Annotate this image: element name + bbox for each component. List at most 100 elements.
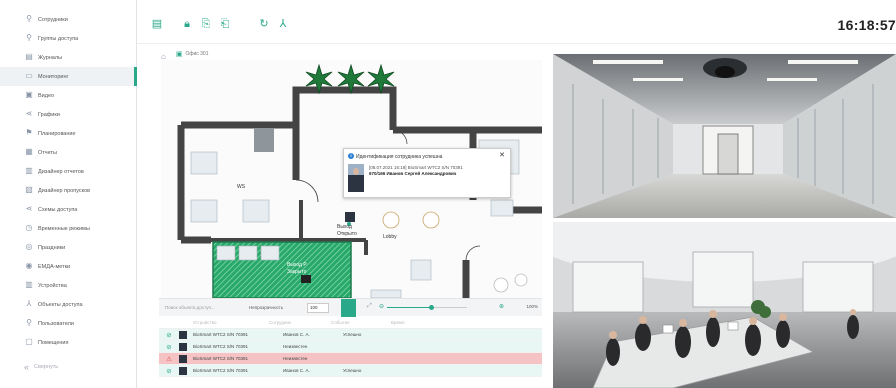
sidebar: ⚲ Сотрудники ⚲ Группы доступа ▤ Журналы ▭ Монит… xyxy=(0,0,137,388)
clock-icon: ◷ xyxy=(25,223,33,232)
device-label-entry: Выход xyxy=(337,224,352,230)
camera-view-corridor[interactable] xyxy=(553,54,896,218)
cell-employee: Иванов С. А. xyxy=(283,332,310,337)
table-row[interactable]: ⚠ BioSmart WTC2 S/N 70391 Неизвестен xyxy=(159,353,542,365)
opacity-input[interactable]: 100 xyxy=(307,303,329,313)
sidebar-item-5[interactable]: ⋖ Графики xyxy=(0,105,137,124)
sidebar-item-label: Планирование xyxy=(38,130,76,137)
cell-device: BioSmart WTC2 S/N 70391 xyxy=(193,356,249,361)
popup-employee-name: 670/166 Иванов Сергей Александрович xyxy=(369,171,457,176)
column-header[interactable]: Событие xyxy=(331,320,391,325)
room-label-ws: WS xyxy=(237,184,246,190)
camera-view-office[interactable] xyxy=(553,222,896,388)
sidebar-item-15[interactable]: ⅄ Объекты доступа xyxy=(0,295,137,314)
sidebar-item-7[interactable]: ▦ Отчеты xyxy=(0,143,137,162)
sidebar-item-label: Помещения xyxy=(38,339,69,346)
zoom-in-icon[interactable]: ⊕ xyxy=(499,303,504,310)
check-circle-icon: ⊘ xyxy=(166,343,172,351)
schema-icon: ⋖ xyxy=(25,204,33,213)
access-object-search-input[interactable]: Поиск объекта доступ... xyxy=(165,303,239,313)
sidebar-menu: ⚲ Сотрудники ⚲ Группы доступа ▤ Журналы ▭ Монит… xyxy=(0,10,137,352)
sidebar-item-3[interactable]: ▭ Мониторинг xyxy=(0,67,137,86)
sidebar-item-label: Сотрудники xyxy=(38,16,68,23)
close-icon[interactable]: ✕ xyxy=(499,151,505,159)
sidebar-item-1[interactable]: ⚲ Группы доступа xyxy=(0,29,137,48)
double-chevron-left-icon: « xyxy=(24,362,30,372)
network-icon[interactable]: ⅄ xyxy=(277,18,289,30)
plan-filter-bar: Поиск объекта доступ... Непрозрачность 1… xyxy=(159,298,542,317)
clock: 16:18:57 xyxy=(837,17,896,33)
users-icon: ⚲ xyxy=(26,318,32,327)
sidebar-item-11[interactable]: ◷ Временные режимы xyxy=(0,219,137,238)
camera-panel xyxy=(553,54,896,388)
toolbar: ▤ 🔒︎ ⎘ ⎗ ↻ ⅄ 16:18:57 xyxy=(137,0,896,44)
fit-screen-icon[interactable]: ⤢ xyxy=(367,303,372,310)
sidebar-item-label: Графики xyxy=(38,111,60,118)
door-open-icon[interactable]: ⎘ xyxy=(200,18,212,30)
plan-list-icon[interactable]: ▤ xyxy=(151,18,163,30)
sidebar-item-6[interactable]: ⚑ Планирование xyxy=(0,124,137,143)
device-label-entry-status: Открыто xyxy=(337,231,357,237)
cell-event: Успешно xyxy=(343,368,362,373)
cell-device: BioSmart WTC2 S/N 70391 xyxy=(193,332,249,337)
zoom-out-icon[interactable]: ⊖ xyxy=(379,303,384,310)
report-icon: ▦ xyxy=(25,147,33,156)
sidebar-item-label: Временные режимы xyxy=(38,225,90,232)
sidebar-item-label: Объекты доступа xyxy=(38,301,83,308)
device-label-exit: Выход P xyxy=(287,262,307,268)
zoom-slider-fill xyxy=(387,307,431,308)
lock-icon[interactable]: 🔒︎ xyxy=(181,18,193,30)
sidebar-item-9[interactable]: ▧ Дизайнер пропусков xyxy=(0,181,137,200)
sidebar-item-label: Отчеты xyxy=(38,149,58,156)
apply-button[interactable] xyxy=(341,299,356,317)
sidebar-item-2[interactable]: ▤ Журналы xyxy=(0,48,137,67)
table-row[interactable]: ⊘ BioSmart WTC2 S/N 70391 Неизвестен xyxy=(159,341,542,353)
pass-designer-icon: ▧ xyxy=(25,185,33,194)
door-locked-icon[interactable]: ⎗ xyxy=(219,18,231,30)
app-window: ⚲ Сотрудники ⚲ Группы доступа ▤ Журналы ▭ Монит… xyxy=(0,0,896,388)
image-icon: ▣ xyxy=(175,51,183,58)
zoom-slider[interactable] xyxy=(387,305,467,310)
column-header[interactable]: Время xyxy=(391,320,451,325)
zoom-slider-handle[interactable] xyxy=(428,305,434,310)
column-header[interactable]: Сотрудник xyxy=(269,320,331,325)
table-row[interactable]: ⊘ BioSmart WTC2 S/N 70391 Иванов С. А. Успе… xyxy=(159,365,542,377)
tag-icon: ◉ xyxy=(25,261,33,270)
sidebar-item-label: ЕМДА-метки xyxy=(38,263,71,270)
monitor-icon: ▭ xyxy=(25,71,33,80)
check-circle-icon: ⊘ xyxy=(166,367,172,375)
identification-popup: i Идентификация сотрудника успешна ✕ [08… xyxy=(343,148,511,198)
avatar xyxy=(179,342,187,351)
sidebar-item-14[interactable]: ▥ Устройства xyxy=(0,276,137,295)
sidebar-item-label: Журналы xyxy=(38,54,63,61)
collapse-label: Свернуть xyxy=(34,364,59,370)
events-table-body: ⊘ BioSmart WTC2 S/N 70391 Иванов С. А. Успе… xyxy=(159,329,542,377)
tab-label: Офис 301 xyxy=(185,51,209,57)
opacity-label: Непрозрачность xyxy=(249,305,284,310)
column-header[interactable]: Устройство xyxy=(159,320,269,325)
sidebar-item-13[interactable]: ◉ ЕМДА-метки xyxy=(0,257,137,276)
popup-event-details: [08.07.2021 16:18] BioSmart WTC2 S/N 703… xyxy=(369,165,463,170)
floor-plan-panel: ⌂ ▣ Офис 301 WS Lobby Выход P Закрыто Вы… xyxy=(137,44,542,388)
avatar xyxy=(179,354,187,363)
sidebar-item-12[interactable]: ◎ Праздники xyxy=(0,238,137,257)
reader-device[interactable] xyxy=(301,275,311,283)
refresh-icon[interactable]: ↻ xyxy=(258,18,270,30)
sidebar-item-4[interactable]: ▣ Видео xyxy=(0,86,137,105)
info-icon: i xyxy=(348,153,354,159)
device-label-exit-status: Закрыто xyxy=(287,269,307,275)
sidebar-item-10[interactable]: ⋖ Схемы доступа xyxy=(0,200,137,219)
person-icon: ⚲ xyxy=(26,14,32,23)
device-icon: ▥ xyxy=(25,280,33,289)
group-icon: ⚲ xyxy=(26,33,32,42)
table-row[interactable]: ⊘ BioSmart WTC2 S/N 70391 Иванов С. А. Успе… xyxy=(159,329,542,341)
sidebar-item-17[interactable]: ▢ Помещения xyxy=(0,333,137,352)
sidebar-item-8[interactable]: ▥ Дизайнер отчетов xyxy=(0,162,137,181)
collapse-button[interactable]: « Свернуть xyxy=(24,362,58,372)
alarm-status-icon: ⚠ xyxy=(166,355,172,363)
sidebar-item-label: Дизайнер пропусков xyxy=(38,187,91,194)
sidebar-item-16[interactable]: ⚲ Пользователи xyxy=(0,314,137,333)
employee-marker[interactable] xyxy=(345,212,355,222)
cell-event: Успешно xyxy=(343,332,362,337)
sidebar-item-0[interactable]: ⚲ Сотрудники xyxy=(0,10,137,29)
